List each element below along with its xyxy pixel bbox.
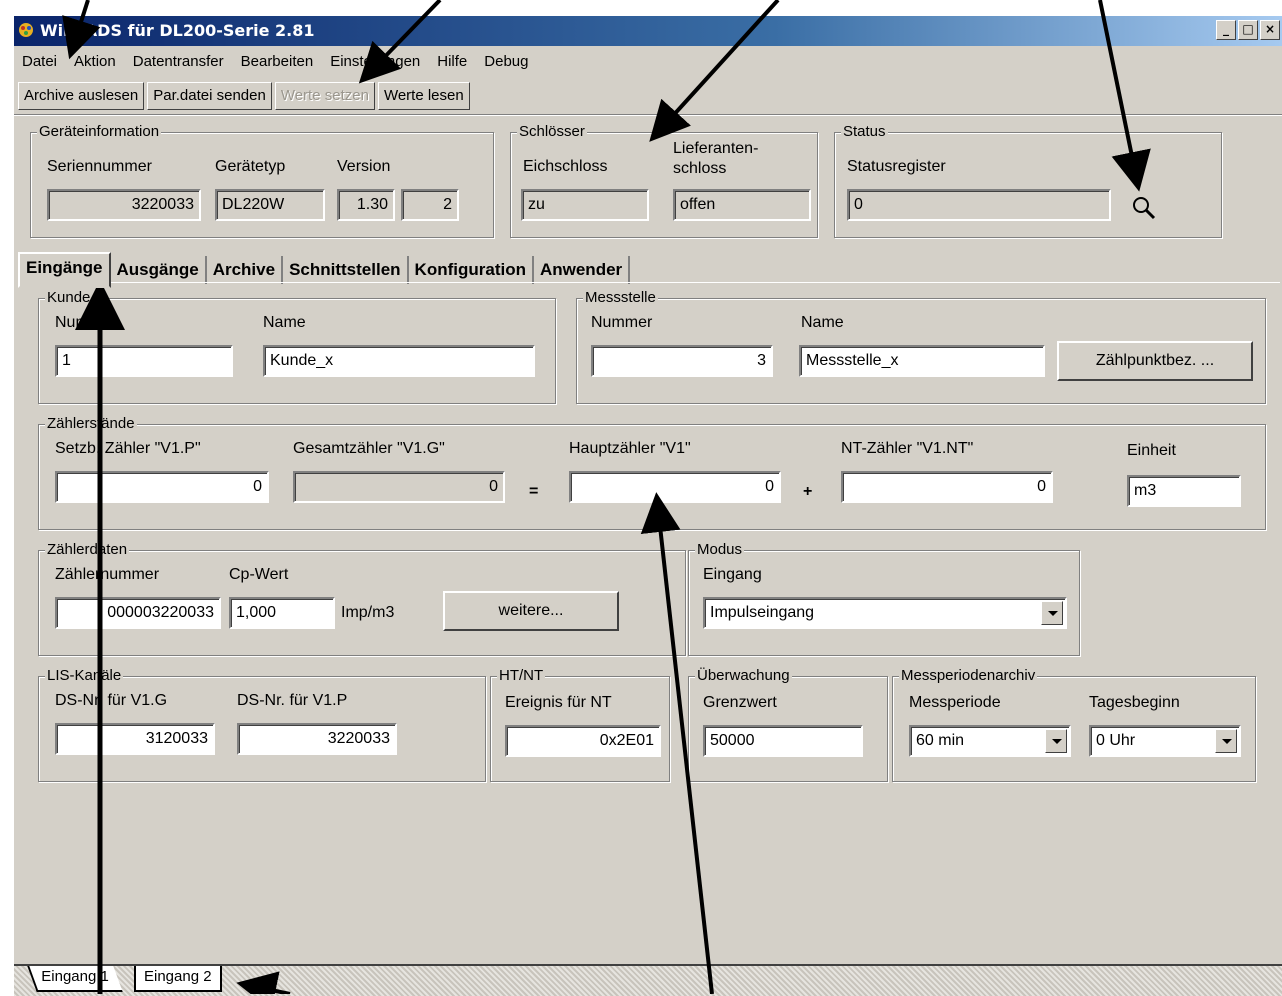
arrow-to-sheet-tabs (236, 971, 291, 994)
arrow-to-locks (649, 0, 780, 142)
arrow-to-menu (62, 0, 101, 60)
arrow-to-magnifier (1098, 0, 1151, 192)
annotation-arrows (62, 0, 1151, 994)
arrow-to-main-counter (640, 492, 714, 994)
arrow-to-set-values (358, 0, 442, 84)
tab-eingaenge[interactable]: Eingänge (18, 252, 111, 288)
